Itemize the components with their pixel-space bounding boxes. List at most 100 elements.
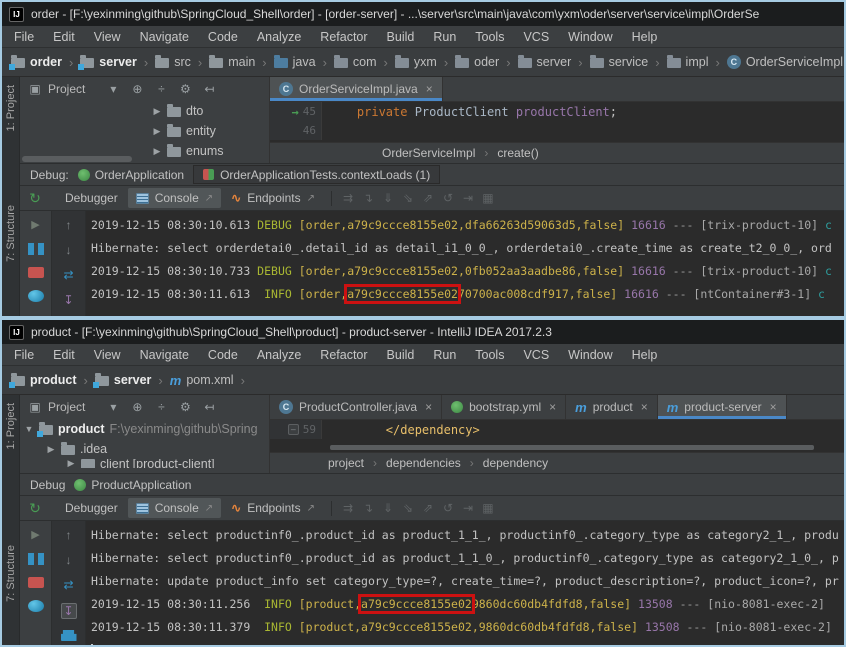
titlebar-product[interactable]: IJ product - [F:\yexinming\github\Spring… xyxy=(2,320,844,344)
editor-tab-bootstrap-yml[interactable]: bootstrap.yml × xyxy=(442,395,567,419)
console-output-order[interactable]: 2019-12-15 08:30:10.613 DEBUG [order,a79… xyxy=(86,211,844,316)
resume-button[interactable]: ▶ xyxy=(28,528,44,541)
tree-item-product[interactable]: ▼ product F:\yexinming\github\Spring xyxy=(20,419,269,439)
breadcrumb-item-src[interactable]: src xyxy=(155,54,191,69)
show-execution-point-icon[interactable]: ⇉ xyxy=(340,191,356,205)
print-button[interactable] xyxy=(60,630,77,641)
breadcrumb-item-server[interactable]: server xyxy=(92,372,151,388)
rerun-button[interactable]: ↻ xyxy=(27,500,43,517)
menu-item-refactor[interactable]: Refactor xyxy=(320,30,367,44)
titlebar-order[interactable]: IJ order - [F:\yexinming\github\SpringCl… xyxy=(2,2,844,26)
debug-tab-debugger[interactable]: Debugger xyxy=(57,498,126,518)
close-icon[interactable]: × xyxy=(770,400,777,414)
menu-item-run[interactable]: Run xyxy=(433,348,456,362)
breadcrumb-item-yxm[interactable]: yxm xyxy=(394,54,437,69)
tree-expand-arrow-icon[interactable]: ▶ xyxy=(66,459,76,468)
code-line[interactable]: 46 xyxy=(270,121,844,140)
navigate-gutter-icon[interactable]: → xyxy=(292,105,299,119)
breadcrumb-item-oder[interactable]: oder xyxy=(455,54,499,69)
editor-breadcrumb-item[interactable]: OrderServiceImpl xyxy=(382,146,475,160)
hide-panel-icon[interactable]: ↤ xyxy=(201,82,217,96)
breadcrumb-item-product[interactable]: product xyxy=(9,372,77,388)
close-icon[interactable]: × xyxy=(426,82,433,96)
step-into-icon[interactable]: ⇓ xyxy=(380,191,396,205)
pin-tab-icon[interactable]: ↗ xyxy=(307,193,315,204)
evaluate-expression-icon[interactable]: ▦ xyxy=(480,191,496,205)
project-tree-hscrollbar[interactable] xyxy=(22,156,132,162)
menu-item-view[interactable]: View xyxy=(94,30,121,44)
breadcrumb-item-service[interactable]: service xyxy=(589,54,648,69)
breadcrumb-item-main[interactable]: main xyxy=(209,54,255,69)
scroll-up-button[interactable]: ↑ xyxy=(61,528,77,542)
menu-item-file[interactable]: File xyxy=(14,30,34,44)
tree-expand-arrow-icon[interactable]: ▶ xyxy=(46,444,56,455)
close-icon[interactable]: × xyxy=(549,400,556,414)
code-area-order[interactable]: → 45 private ProductClient productClient;… xyxy=(270,102,844,142)
editor-tab-product-server[interactable]: m product-server × xyxy=(657,395,787,419)
project-dropdown-caret-icon[interactable]: ▾ xyxy=(105,400,121,414)
show-execution-point-icon[interactable]: ⇉ xyxy=(340,501,356,515)
console-output-product[interactable]: Hibernate: select productinf0_.product_i… xyxy=(86,521,844,645)
menu-item-navigate[interactable]: Navigate xyxy=(140,30,189,44)
breadcrumb-item-server[interactable]: server xyxy=(78,54,137,70)
view-breakpoints-button[interactable] xyxy=(27,290,44,302)
debug-tab-endpoints[interactable]: ∿ Endpoints ↗ xyxy=(223,188,323,208)
run-config[interactable]: OrderApplication xyxy=(77,168,184,182)
menu-item-run[interactable]: Run xyxy=(433,30,456,44)
step-out-icon[interactable]: ⇗ xyxy=(420,191,436,205)
menu-item-tools[interactable]: Tools xyxy=(475,348,504,362)
tool-button-project[interactable]: 1: Project xyxy=(5,85,17,131)
locate-file-icon[interactable]: ⊕ xyxy=(129,400,145,414)
menu-item-analyze[interactable]: Analyze xyxy=(257,30,301,44)
step-over-icon[interactable]: ↴ xyxy=(360,191,376,205)
close-icon[interactable]: × xyxy=(641,400,648,414)
debug-tab-console[interactable]: Console ↗ xyxy=(127,188,222,208)
code-line[interactable]: –59 </dependency> xyxy=(270,420,844,439)
tree-item-client-product-client-[interactable]: ▶ client [product-client] xyxy=(20,459,269,468)
project-panel-selector[interactable]: ▣ Project xyxy=(27,400,85,414)
collapse-all-icon[interactable]: ÷ xyxy=(153,400,169,414)
debug-tab-debugger[interactable]: Debugger xyxy=(57,188,126,208)
scroll-up-button[interactable]: ↑ xyxy=(61,218,77,232)
menu-item-analyze[interactable]: Analyze xyxy=(257,348,301,362)
breadcrumb-item-pom.xml[interactable]: m pom.xml xyxy=(170,373,234,387)
menu-item-file[interactable]: File xyxy=(14,348,34,362)
scroll-down-button[interactable]: ↓ xyxy=(61,243,77,257)
menu-item-edit[interactable]: Edit xyxy=(53,30,75,44)
breadcrumb-item-impl[interactable]: impl xyxy=(666,54,708,69)
menu-item-vcs[interactable]: VCS xyxy=(523,348,549,362)
settings-gear-icon[interactable]: ⚙ xyxy=(177,400,193,414)
evaluate-expression-icon[interactable]: ▦ xyxy=(480,501,496,515)
menu-item-build[interactable]: Build xyxy=(387,30,415,44)
soft-wrap-button[interactable]: ⇄ xyxy=(61,268,77,282)
run-config[interactable]: ProductApplication xyxy=(74,478,191,492)
pause-button[interactable] xyxy=(27,243,44,255)
tree-expand-arrow-icon[interactable]: ▶ xyxy=(152,106,162,117)
pin-tab-icon[interactable]: ↗ xyxy=(205,503,213,514)
stop-button[interactable] xyxy=(27,267,44,278)
breadcrumb-item-java[interactable]: java xyxy=(273,54,316,69)
menu-item-window[interactable]: Window xyxy=(568,348,612,362)
code-line[interactable]: → 45 private ProductClient productClient; xyxy=(270,102,844,121)
fold-marker-icon[interactable]: – xyxy=(287,424,299,435)
project-panel-selector[interactable]: ▣ Project xyxy=(27,82,85,96)
tool-button-structure[interactable]: 7: Structure xyxy=(5,205,17,262)
drop-frame-icon[interactable]: ↺ xyxy=(440,191,456,205)
menu-item-build[interactable]: Build xyxy=(387,348,415,362)
menu-item-help[interactable]: Help xyxy=(632,30,658,44)
force-step-into-icon[interactable]: ⇘ xyxy=(400,191,416,205)
collapse-all-icon[interactable]: ÷ xyxy=(153,82,169,96)
menu-item-help[interactable]: Help xyxy=(632,348,658,362)
menu-item-code[interactable]: Code xyxy=(208,30,238,44)
scroll-to-end-button[interactable]: ↧ xyxy=(60,603,77,619)
menu-item-vcs[interactable]: VCS xyxy=(523,30,549,44)
pin-tab-icon[interactable]: ↗ xyxy=(307,503,315,514)
run-to-cursor-icon[interactable]: ⇥ xyxy=(460,191,476,205)
tree-expand-arrow-icon[interactable]: ▶ xyxy=(152,146,162,157)
resume-button[interactable]: ▶ xyxy=(28,218,44,231)
debug-tab-console[interactable]: Console ↗ xyxy=(127,498,222,518)
settings-gear-icon[interactable]: ⚙ xyxy=(177,82,193,96)
debug-tab-endpoints[interactable]: ∿ Endpoints ↗ xyxy=(223,498,323,518)
tree-expand-arrow-icon[interactable]: ▶ xyxy=(152,126,162,137)
tool-button-project[interactable]: 1: Project xyxy=(5,403,17,449)
